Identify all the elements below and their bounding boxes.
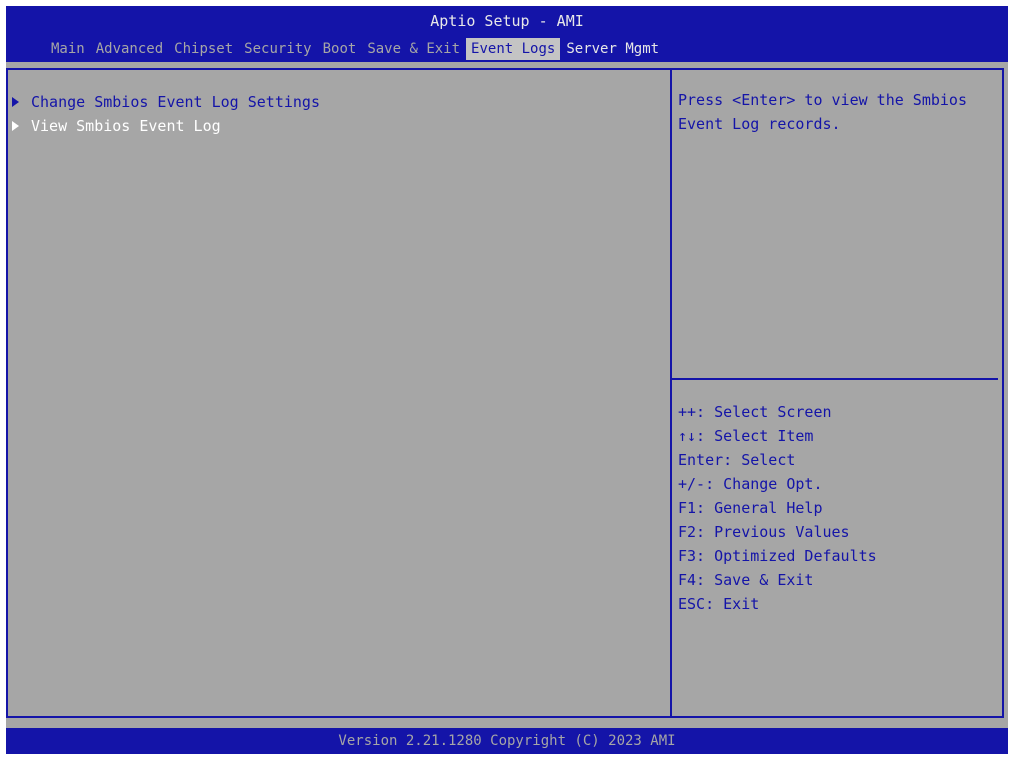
help-pane: Press <Enter> to view the Smbios Event L… <box>672 70 1002 716</box>
setup-title: Aptio Setup - AMI <box>430 12 584 30</box>
menu-item-view-smbios-event-log[interactable]: View Smbios Event Log <box>12 114 320 138</box>
tab-boot[interactable]: Boot <box>318 38 362 60</box>
main-frame: Change Smbios Event Log Settings View Sm… <box>6 68 1004 718</box>
footer-bar: Version 2.21.1280 Copyright (C) 2023 AMI <box>6 728 1008 754</box>
tab-security[interactable]: Security <box>239 38 316 60</box>
menu-item-change-smbios-event-log-settings[interactable]: Change Smbios Event Log Settings <box>12 90 320 114</box>
tab-save-exit[interactable]: Save & Exit <box>362 38 465 60</box>
tab-main[interactable]: Main <box>46 38 90 60</box>
header-bar: Aptio Setup - AMI Main Advanced Chipset … <box>6 6 1008 62</box>
tab-bar: Main Advanced Chipset Security Boot Save… <box>46 38 665 60</box>
key-hint-previous-values: F2: Previous Values <box>678 523 850 541</box>
menu-item-label: View Smbios Event Log <box>31 117 221 135</box>
tab-event-logs[interactable]: Event Logs <box>466 38 561 60</box>
help-text: Press <Enter> to view the Smbios Event L… <box>678 91 967 133</box>
key-hint-escape: ESC: Exit <box>678 595 760 613</box>
submenu-arrow-icon <box>12 121 19 131</box>
key-hint-select-screen: ++: Select Screen <box>678 403 832 421</box>
key-hint-optimized-defaults: F3: Optimized Defaults <box>678 547 877 565</box>
help-divider <box>672 378 998 380</box>
key-hint-change-opt: +/-: Change Opt. <box>678 475 823 493</box>
menu-item-label: Change Smbios Event Log Settings <box>31 93 320 111</box>
bios-screen: Aptio Setup - AMI Main Advanced Chipset … <box>6 6 1008 754</box>
submenu-arrow-icon <box>12 97 19 107</box>
version-text: Version 2.21.1280 Copyright (C) 2023 AMI <box>338 733 676 749</box>
key-hint-enter: Enter: Select <box>678 451 796 469</box>
key-legend: ++: Select Screen ↑↓: Select Item Enter:… <box>678 400 877 616</box>
key-hint-save-exit: F4: Save & Exit <box>678 571 814 589</box>
key-hint-general-help: F1: General Help <box>678 499 823 517</box>
menu-list: Change Smbios Event Log Settings View Sm… <box>12 90 320 138</box>
tab-server-mgmt[interactable]: Server Mgmt <box>561 38 664 60</box>
tab-advanced[interactable]: Advanced <box>91 38 168 60</box>
menu-pane: Change Smbios Event Log Settings View Sm… <box>8 70 672 716</box>
tab-chipset[interactable]: Chipset <box>169 38 238 60</box>
key-hint-select-item: ↑↓: Select Item <box>678 427 814 445</box>
